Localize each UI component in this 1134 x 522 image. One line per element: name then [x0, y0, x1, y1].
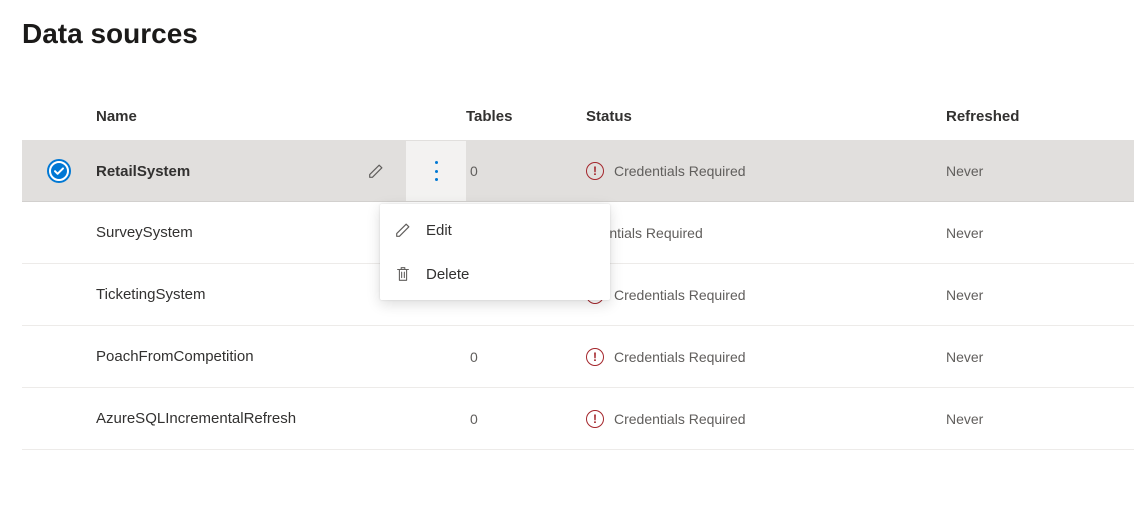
- row-refreshed: Never: [946, 287, 1134, 303]
- row-refreshed: Never: [946, 349, 1134, 365]
- row-status: Credentials Required: [614, 163, 746, 179]
- column-header-refreshed[interactable]: Refreshed: [946, 108, 1134, 125]
- edit-icon[interactable]: [360, 155, 392, 187]
- checkmark-icon[interactable]: [49, 161, 69, 181]
- menu-item-edit[interactable]: Edit: [380, 208, 610, 252]
- row-name: TicketingSystem: [96, 286, 346, 303]
- warning-icon: [586, 348, 604, 366]
- menu-item-label: Edit: [426, 222, 452, 239]
- table-row[interactable]: AzureSQLIncrementalRefresh 0 Credentials…: [22, 388, 1134, 450]
- page-title: Data sources: [0, 0, 1134, 50]
- table-row[interactable]: PoachFromCompetition 0 Credentials Requi…: [22, 326, 1134, 388]
- column-header-tables[interactable]: Tables: [466, 108, 586, 125]
- row-name: AzureSQLIncrementalRefresh: [96, 410, 346, 427]
- table-header: Name Tables Status Refreshed: [22, 92, 1134, 140]
- pencil-icon: [394, 221, 412, 239]
- row-tables: 0: [466, 163, 586, 179]
- data-sources-table: Name Tables Status Refreshed RetailSyste…: [22, 92, 1134, 450]
- table-row[interactable]: RetailSystem 0 Credentials Required Neve…: [22, 140, 1134, 202]
- row-refreshed: Never: [946, 411, 1134, 427]
- row-name: RetailSystem: [96, 163, 346, 180]
- row-refreshed: Never: [946, 225, 1134, 241]
- column-header-status[interactable]: Status: [586, 108, 946, 125]
- warning-icon: [586, 410, 604, 428]
- warning-icon: [586, 162, 604, 180]
- menu-item-delete[interactable]: Delete: [380, 252, 610, 296]
- row-status: Credentials Required: [614, 411, 746, 427]
- row-tables: 0: [466, 349, 586, 365]
- row-tables: 0: [466, 411, 586, 427]
- context-menu: Edit Delete: [380, 204, 610, 300]
- row-status: Credentials Required: [614, 287, 746, 303]
- menu-item-label: Delete: [426, 266, 469, 283]
- row-refreshed: Never: [946, 163, 1134, 179]
- trash-icon: [394, 265, 412, 283]
- row-name: SurveySystem: [96, 224, 346, 241]
- more-actions-icon[interactable]: [420, 155, 452, 187]
- row-status: Credentials Required: [614, 349, 746, 365]
- row-name: PoachFromCompetition: [96, 348, 346, 365]
- column-header-name[interactable]: Name: [96, 108, 346, 125]
